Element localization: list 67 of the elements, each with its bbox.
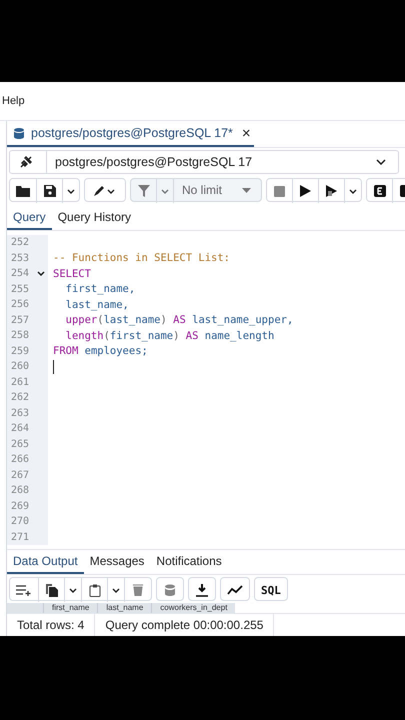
line-number: 267 xyxy=(10,470,30,481)
editor-tab[interactable]: Query History xyxy=(52,206,138,230)
trash-icon xyxy=(133,584,143,596)
line-number: 255 xyxy=(10,284,30,295)
document-tab[interactable]: postgres/postgres@PostgreSQL 17* × xyxy=(7,121,254,147)
copy-icon xyxy=(46,584,58,596)
database-icon xyxy=(13,126,26,140)
line-number: 253 xyxy=(10,252,30,264)
code-line: -- Functions in SELECT List: xyxy=(53,252,230,264)
filter-icon xyxy=(138,185,150,197)
column-header[interactable]: coworkers_in_dept xyxy=(151,603,236,613)
code-line: first_name, xyxy=(64,283,136,296)
plug-icon xyxy=(18,154,34,170)
output-tab[interactable]: Notifications xyxy=(150,550,228,574)
chevron-down-icon xyxy=(161,188,169,194)
line-number: 265 xyxy=(10,438,30,450)
sql-button[interactable]: SQL xyxy=(255,578,287,602)
line-number: 261 xyxy=(10,376,30,388)
pencil-icon xyxy=(93,185,117,197)
editor-tab[interactable]: Query xyxy=(7,206,52,230)
close-button[interactable]: × xyxy=(242,124,251,142)
code-line: length(first_name) AS name_length xyxy=(64,330,274,342)
download-icon xyxy=(196,584,208,596)
code-line: upper(last_name) AS last_name_upper, xyxy=(64,314,294,326)
database-icon xyxy=(164,584,176,596)
chevron-down-icon xyxy=(69,588,77,592)
line-number: 270 xyxy=(10,516,30,528)
line-number: 266 xyxy=(10,454,30,466)
stop-icon xyxy=(274,186,286,196)
column-header[interactable]: last_name xyxy=(97,603,152,613)
caret-icon xyxy=(242,188,252,192)
line-number: 260 xyxy=(10,361,30,372)
code-line: SELECT xyxy=(53,268,91,280)
code-line: last_name, xyxy=(64,298,129,311)
line-number: 262 xyxy=(10,392,30,404)
line-number: 268 xyxy=(10,485,30,496)
line-number: 257 xyxy=(10,314,30,326)
chevron-down-icon xyxy=(67,188,75,194)
line-graph-icon xyxy=(227,585,243,595)
line-number: 269 xyxy=(10,500,30,512)
chevron-down-icon xyxy=(112,588,120,592)
line-number: 254 xyxy=(10,268,30,280)
chevron-down-icon xyxy=(376,159,386,165)
add-row-icon xyxy=(16,584,32,596)
play-icon xyxy=(300,185,312,197)
line-number: 271 xyxy=(10,532,30,543)
column-header[interactable]: first_name xyxy=(43,603,98,613)
chevron-down-icon xyxy=(349,188,358,194)
output-tab[interactable]: Messages xyxy=(84,550,150,574)
fold-chevron-icon[interactable] xyxy=(37,271,45,276)
status-text: Total rows: 4 xyxy=(7,614,96,636)
menu-item[interactable]: Help xyxy=(2,95,25,107)
line-number: 263 xyxy=(10,408,30,419)
clipboard-icon xyxy=(88,584,100,596)
code-line: FROM employees; xyxy=(53,345,148,358)
folder-icon xyxy=(16,185,30,197)
connection-select[interactable]: postgres/postgres@PostgreSQL 17 xyxy=(9,150,399,174)
line-number: 258 xyxy=(10,330,30,342)
line-number: 264 xyxy=(10,423,30,434)
status-text: Query complete 00:00:00.255 xyxy=(95,614,274,636)
letter-square-icon xyxy=(374,185,386,197)
line-number: 252 xyxy=(10,237,30,248)
line-number: 256 xyxy=(10,299,30,310)
limit-select[interactable]: No limit xyxy=(174,179,262,201)
line-number: 259 xyxy=(10,346,30,357)
output-tab[interactable]: Data Output xyxy=(7,550,84,574)
play-page-icon xyxy=(326,185,338,197)
